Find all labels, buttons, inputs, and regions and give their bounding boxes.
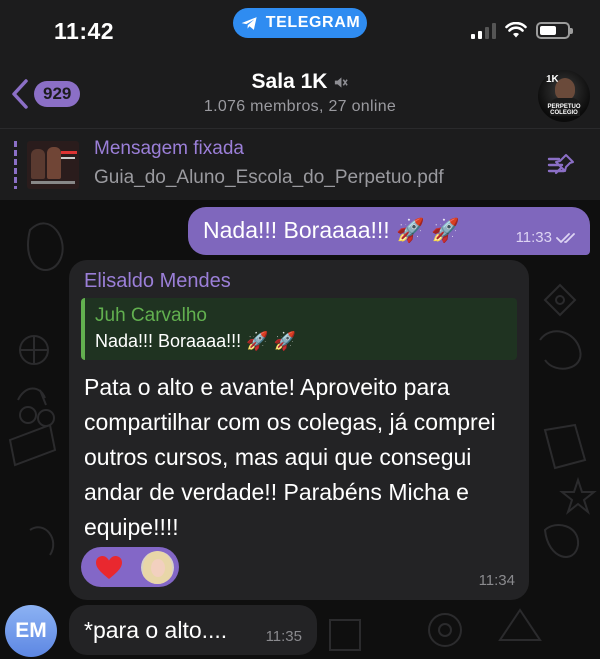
status-time: 11:42 [54,18,115,44]
mute-icon [335,76,349,88]
telegram-pill[interactable]: TELEGRAM [233,8,367,38]
outgoing-message-text: Nada!!! Boraaaa!!! 🚀 🚀 [203,217,460,244]
incoming-message[interactable]: *para o alto.... 11:35 [69,605,317,655]
double-check-icon [556,232,575,243]
rocket-emoji: 🚀 [273,331,296,352]
rocket-emoji: 🚀 [396,218,425,244]
rocket-emoji: 🚀 [246,331,269,352]
reply-quote[interactable]: Juh Carvalho Nada!!! Boraaaa!!! 🚀 🚀 [81,298,517,360]
status-icons [471,22,573,39]
telegram-icon [241,16,257,30]
group-avatar[interactable]: 1K PERPETUO COLEGIO [538,70,590,122]
message-time: 11:33 [515,229,552,246]
pinned-thumbnail [27,141,79,189]
pinned-indicator [14,141,17,189]
heart-icon [96,556,122,579]
reactor-avatar [141,551,174,584]
pinned-filename: Guia_do_Aluno_Escola_do_Perpetuo.pdf [94,167,444,188]
reply-author: Juh Carvalho [95,305,207,326]
outgoing-message[interactable]: Nada!!! Boraaaa!!! 🚀 🚀 11:33 [188,207,590,255]
back-button[interactable]: 929 [10,78,81,110]
chat-title-text: Sala 1K [251,70,328,93]
incoming-message[interactable]: Elisaldo Mendes Juh Carvalho Nada!!! Bor… [69,260,529,600]
pinned-list-icon[interactable] [546,149,578,181]
unread-count-badge: 929 [34,81,81,107]
avatar-caption: PERPETUO COLEGIO [547,104,581,116]
rocket-emoji: 🚀 [431,218,460,244]
wifi-icon [505,22,527,38]
status-bar: 11:42 TELEGRAM [0,0,600,58]
chat-title: Sala 1K [252,70,349,94]
chat-subtitle: 1.076 membros, 27 online [203,98,397,115]
sender-avatar[interactable]: EM [5,605,57,657]
message-meta: 11:33 [516,229,578,246]
chat-area[interactable]: Nada!!! Boraaaa!!! 🚀 🚀 11:33 Elisaldo Me… [0,200,600,659]
sender-name[interactable]: Elisaldo Mendes [84,270,231,293]
chevron-left-icon [12,79,28,109]
telegram-pill-label: TELEGRAM [265,14,361,31]
message-time: 11:35 [265,628,302,645]
battery-icon [536,22,573,39]
chat-title-area[interactable]: Sala 1K 1.076 membros, 27 online [150,70,450,116]
chat-header: 929 Sala 1K 1.076 membros, 27 online 1K … [0,58,600,128]
message-time: 11:34 [478,572,515,589]
message-body: Pata o alto e avante! Aproveito para com… [84,374,496,540]
message-text: *para o alto.... [84,617,228,643]
reaction-pill[interactable] [81,547,179,587]
reply-text: Nada!!! Boraaaa!!! 🚀 🚀 [95,331,296,352]
pinned-label: Mensagem fixada [94,138,244,159]
cellular-signal-icon [471,22,496,39]
pinned-message-bar[interactable]: Mensagem fixada Guia_do_Aluno_Escola_do_… [0,128,600,200]
